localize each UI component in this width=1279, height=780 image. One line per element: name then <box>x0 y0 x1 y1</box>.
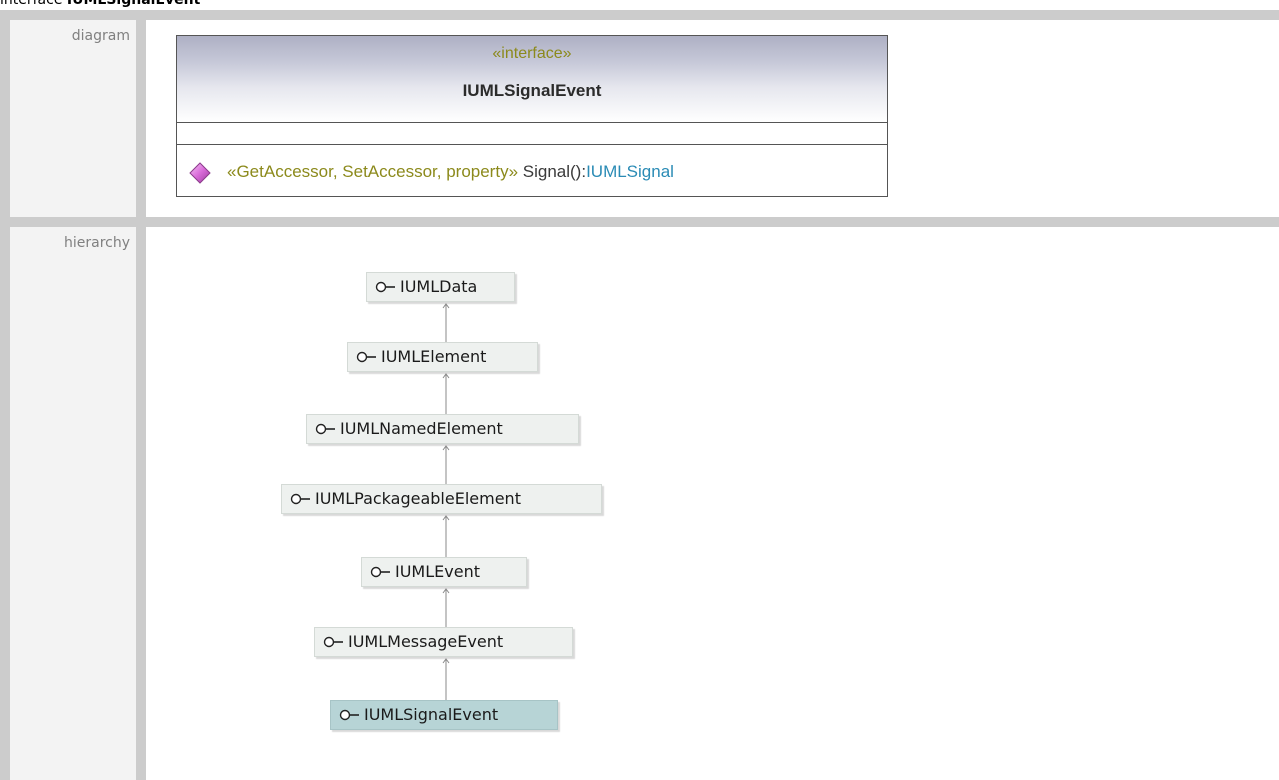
generalization-arrow <box>441 587 451 627</box>
generalization-arrow <box>441 657 451 700</box>
generalization-arrow <box>441 514 451 557</box>
hierarchy-node-label: IUMLPackageableElement <box>315 489 521 508</box>
interface-lollipop-icon <box>375 274 396 293</box>
hierarchy-node: IUMLSignalEvent <box>330 700 558 730</box>
hierarchy-node-label: IUMLEvent <box>395 562 480 581</box>
hierarchy-node[interactable]: IUMLElement <box>347 342 538 372</box>
hierarchy-node[interactable]: IUMLEvent <box>361 557 527 587</box>
interface-lollipop-icon <box>315 416 336 435</box>
generalization-arrow <box>441 444 451 484</box>
page-title-kind: interface <box>0 0 63 8</box>
uml-operation-row[interactable]: «GetAccessor, SetAccessor, property» Sig… <box>189 160 674 184</box>
hierarchy-node-label: IUMLMessageEvent <box>348 632 504 651</box>
hierarchy-node-label: IUMLNamedElement <box>340 419 503 438</box>
operation-signature: Signal(): <box>518 162 587 181</box>
page-title-name: IUMLSignalEvent <box>66 0 201 8</box>
generalization-arrow <box>441 372 451 414</box>
hierarchy-node[interactable]: IUMLNamedElement <box>306 414 579 444</box>
interface-lollipop-icon <box>290 486 311 505</box>
operation-return-type-link[interactable]: IUMLSignal <box>586 162 674 181</box>
hierarchy-node[interactable]: IUMLMessageEvent <box>314 627 573 657</box>
hierarchy-node[interactable]: IUMLData <box>366 272 515 302</box>
interface-lollipop-icon <box>356 344 377 363</box>
hierarchy-row-label: hierarchy <box>10 227 136 780</box>
interface-lollipop-icon <box>370 559 391 578</box>
hierarchy-node[interactable]: IUMLPackageableElement <box>281 484 602 514</box>
interface-lollipop-icon <box>339 702 360 721</box>
uml-stereotype: «interface» <box>492 45 572 62</box>
uml-interface-box: «interface» IUMLSignalEvent «GetAccessor… <box>176 35 888 197</box>
generalization-arrow <box>441 302 451 342</box>
diagram-row-label: diagram <box>10 20 136 217</box>
uml-interface-name: IUMLSignalEvent <box>462 81 602 100</box>
hierarchy-node-label: IUMLElement <box>381 347 487 366</box>
hierarchy-node-label: IUMLSignalEvent <box>364 705 499 724</box>
operation-diamond-icon <box>189 161 211 184</box>
interface-lollipop-icon <box>323 629 344 648</box>
uml-interface-header: «interface» IUMLSignalEvent <box>177 36 887 123</box>
uml-attribute-compartment <box>177 122 887 145</box>
operation-stereotypes: «GetAccessor, SetAccessor, property» <box>227 162 519 181</box>
hierarchy-node-label: IUMLData <box>400 277 478 296</box>
page-title: interface IUMLSignalEvent <box>0 0 200 9</box>
